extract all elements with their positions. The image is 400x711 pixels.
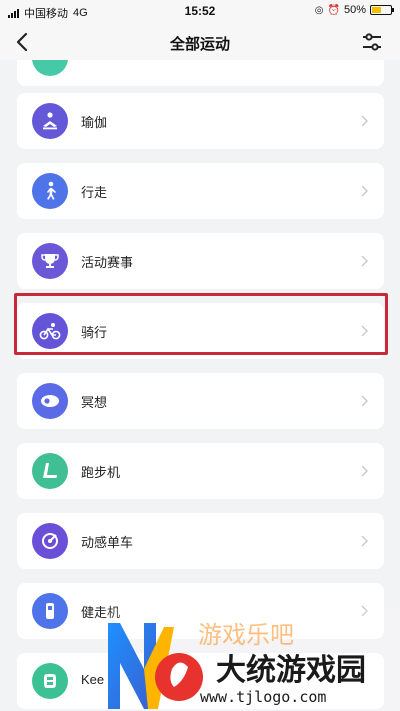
activity-item-cycling[interactable]: 骑行 xyxy=(17,303,384,359)
meditation-icon xyxy=(32,383,68,419)
watermark-partial-text: 游戏乐吧 xyxy=(198,621,294,649)
activity-item-treadmill[interactable]: 跑步机 xyxy=(17,443,384,499)
activity-label: Kee xyxy=(81,672,105,687)
treadmill-icon xyxy=(32,453,68,489)
chevron-right-icon xyxy=(361,325,368,337)
partial-icon xyxy=(32,60,68,76)
activity-label: 活动赛事 xyxy=(81,255,134,270)
activity-label: 跑步机 xyxy=(81,465,121,480)
chevron-right-icon xyxy=(361,465,368,477)
chevron-right-icon xyxy=(361,185,368,197)
activity-item-spinning[interactable]: 动感单车 xyxy=(17,513,384,569)
battery-icon xyxy=(370,5,394,15)
activity-label: 瑜伽 xyxy=(81,115,108,130)
keep-icon xyxy=(32,663,68,699)
walking-icon xyxy=(32,173,68,209)
chevron-right-icon xyxy=(361,395,368,407)
chevron-right-icon xyxy=(361,255,368,267)
status-right: ◎ ⏰ 50% xyxy=(314,4,394,16)
watermark-logo: 游戏乐吧 大统游戏园 www.tjlogo.com xyxy=(104,609,400,711)
chevron-right-icon xyxy=(361,535,368,547)
activity-item-partial[interactable] xyxy=(17,60,384,86)
activity-label: 动感单车 xyxy=(81,535,134,550)
sliders-icon[interactable] xyxy=(360,30,384,54)
activity-label: 冥想 xyxy=(81,395,108,410)
cycling-icon xyxy=(32,313,68,349)
watermark-title: 大统游戏园 xyxy=(216,653,366,688)
nav-bar: 全部运动 xyxy=(0,24,400,60)
activity-item-meditation[interactable]: 冥想 xyxy=(17,373,384,429)
battery-percent: 50% xyxy=(343,4,366,16)
yoga-icon xyxy=(32,103,68,139)
status-bar: 中国移动 4G 15:52 ◎ ⏰ 50% xyxy=(0,0,400,24)
activity-item-yoga[interactable]: 瑜伽 xyxy=(17,93,384,149)
alarm-icon: ⏰ xyxy=(327,4,340,16)
watermark-url: www.tjlogo.com xyxy=(200,688,326,706)
trophy-icon xyxy=(32,243,68,279)
activity-label: 行走 xyxy=(81,185,108,200)
walking-machine-icon xyxy=(32,593,68,629)
lock-rotation-icon: ◎ xyxy=(314,4,324,16)
page-title: 全部运动 xyxy=(169,36,230,53)
chevron-right-icon xyxy=(361,115,368,127)
activity-label: 骑行 xyxy=(81,325,108,340)
spinning-icon xyxy=(32,523,68,559)
activity-item-walking[interactable]: 行走 xyxy=(17,163,384,219)
activity-item-events[interactable]: 活动赛事 xyxy=(17,233,384,289)
